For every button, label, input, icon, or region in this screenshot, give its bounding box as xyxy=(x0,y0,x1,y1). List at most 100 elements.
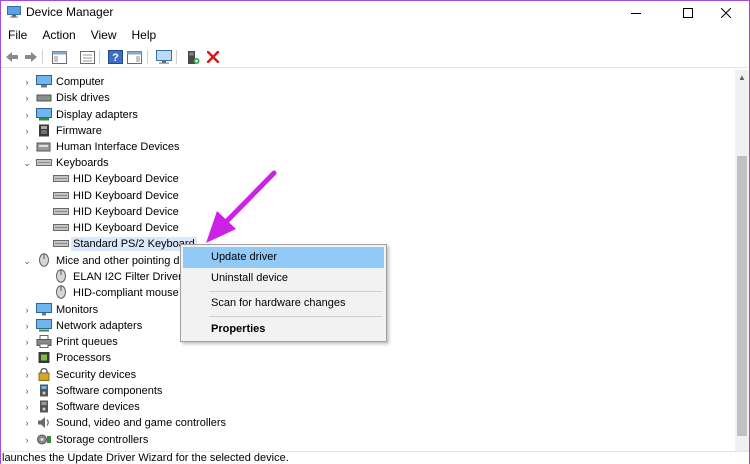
svg-text:?: ? xyxy=(112,52,119,64)
sound-icon xyxy=(36,416,52,429)
window-title: Device Manager xyxy=(26,5,114,19)
tree-label: Keyboards xyxy=(56,157,109,169)
toolbar-separator xyxy=(147,50,148,64)
tree-label: Disk drives xyxy=(56,92,110,104)
menu-file[interactable]: File xyxy=(1,26,35,45)
chevron-right-icon[interactable]: › xyxy=(22,93,32,103)
toolbar-separator xyxy=(42,50,43,64)
action-pane-icon[interactable] xyxy=(126,49,143,65)
context-uninstall-device[interactable]: Uninstall device xyxy=(183,268,384,289)
device-manager-window: Device Manager File Action View Help ? ›… xyxy=(0,0,750,464)
tree-device-hid-keyboard[interactable]: HID Keyboard Device xyxy=(1,171,735,187)
tree-label: HID Keyboard Device xyxy=(73,190,179,202)
properties-pane-icon[interactable] xyxy=(51,49,68,65)
keyboard-icon xyxy=(53,221,69,234)
device-manager-icon xyxy=(7,6,21,18)
software-component-icon xyxy=(36,384,52,397)
tree-node-computer[interactable]: › Computer xyxy=(1,74,735,90)
add-driver-icon[interactable] xyxy=(184,49,201,65)
keyboard-icon xyxy=(53,205,69,218)
chevron-right-icon[interactable]: › xyxy=(22,337,32,347)
mouse-icon xyxy=(53,285,69,299)
title-bar[interactable]: Device Manager xyxy=(1,1,749,25)
context-separator xyxy=(209,291,382,292)
context-separator xyxy=(209,316,382,317)
monitor-icon xyxy=(36,303,52,316)
tree-node-display-adapters[interactable]: › Display adapters xyxy=(1,107,735,123)
context-scan-hardware[interactable]: Scan for hardware changes xyxy=(183,293,384,314)
minimize-button[interactable] xyxy=(613,1,659,25)
chevron-right-icon[interactable]: › xyxy=(22,370,32,380)
tree-label-selected: Standard PS/2 Keyboard xyxy=(71,237,197,251)
tree-label: HID Keyboard Device xyxy=(73,206,179,218)
context-properties[interactable]: Properties xyxy=(183,319,384,340)
tree-label: Network adapters xyxy=(56,320,143,332)
uninstall-icon[interactable] xyxy=(204,49,221,65)
tree-label: HID Keyboard Device xyxy=(73,222,179,234)
chevron-right-icon[interactable]: › xyxy=(22,418,32,428)
chevron-right-icon[interactable]: › xyxy=(22,142,32,152)
vertical-scrollbar[interactable]: ▲ xyxy=(735,70,749,451)
chevron-down-icon[interactable]: ⌄ xyxy=(22,256,32,266)
context-update-driver[interactable]: Update driver xyxy=(183,247,384,268)
firmware-icon xyxy=(36,124,52,137)
chevron-right-icon[interactable]: › xyxy=(22,435,32,445)
chevron-right-icon[interactable]: › xyxy=(22,386,32,396)
display-adapter-icon xyxy=(36,108,52,121)
chevron-right-icon[interactable]: › xyxy=(22,305,32,315)
tree-label: Display adapters xyxy=(56,109,138,121)
tree-node-firmware[interactable]: › Firmware xyxy=(1,123,735,139)
help-icon[interactable]: ? xyxy=(107,49,124,65)
security-device-icon xyxy=(36,367,52,381)
tree-label: Storage controllers xyxy=(56,434,149,446)
tree-device-hid-keyboard[interactable]: HID Keyboard Device xyxy=(1,188,735,204)
tree-node-security-devices[interactable]: › Security devices xyxy=(1,367,735,383)
processor-icon xyxy=(36,351,52,364)
tree-label: Security devices xyxy=(56,369,137,381)
chevron-right-icon[interactable]: › xyxy=(22,353,32,363)
tree-node-sound-video-game[interactable]: › Sound, video and game controllers xyxy=(1,415,735,431)
tree-node-processors[interactable]: › Processors xyxy=(1,350,735,366)
tree-device-hid-keyboard[interactable]: HID Keyboard Device xyxy=(1,204,735,220)
tree-label: Mice and other pointing d xyxy=(56,255,180,267)
menu-view[interactable]: View xyxy=(84,26,125,45)
keyboard-icon xyxy=(53,172,69,185)
tree-label: Computer xyxy=(56,76,105,88)
keyboard-icon xyxy=(53,189,69,202)
tree-node-human-interface-devices[interactable]: › Human Interface Devices xyxy=(1,139,735,155)
chevron-right-icon[interactable]: › xyxy=(22,77,32,87)
chevron-right-icon[interactable]: › xyxy=(22,321,32,331)
keyboard-icon xyxy=(36,156,52,169)
context-menu: Update driver Uninstall device Scan for … xyxy=(180,244,387,342)
chevron-right-icon[interactable]: › xyxy=(22,110,32,120)
forward-icon[interactable] xyxy=(22,49,39,65)
tree-node-keyboards[interactable]: ⌄ Keyboards xyxy=(1,155,735,171)
chevron-right-icon[interactable]: › xyxy=(22,402,32,412)
chevron-down-icon[interactable]: ⌄ xyxy=(22,158,32,168)
scroll-up-icon[interactable]: ▲ xyxy=(735,70,749,84)
tree-device-hid-keyboard[interactable]: HID Keyboard Device xyxy=(1,220,735,236)
tree-label: HID Keyboard Device xyxy=(73,173,179,185)
software-device-icon xyxy=(36,400,52,413)
scroll-thumb[interactable] xyxy=(737,156,747,436)
tree-node-storage-controllers[interactable]: › Storage controllers xyxy=(1,432,735,448)
tree-label: Human Interface Devices xyxy=(56,141,180,153)
tree-node-disk-drives[interactable]: › Disk drives xyxy=(1,90,735,106)
tree-node-software-devices[interactable]: › Software devices xyxy=(1,399,735,415)
chevron-right-icon[interactable]: › xyxy=(22,126,32,136)
show-hide-icon[interactable] xyxy=(79,49,96,65)
tree-label: ELAN I2C Filter Driver xyxy=(73,271,182,283)
close-button[interactable] xyxy=(703,1,749,25)
menu-action[interactable]: Action xyxy=(35,26,83,45)
status-bar: launches the Update Driver Wizard for th… xyxy=(1,451,749,464)
monitor-icon[interactable] xyxy=(155,49,172,65)
back-icon[interactable] xyxy=(3,49,20,65)
hid-icon xyxy=(36,140,52,153)
network-adapter-icon xyxy=(36,319,52,332)
mouse-icon xyxy=(53,269,69,283)
toolbar: ? xyxy=(1,46,749,68)
menu-help[interactable]: Help xyxy=(125,26,165,45)
tree-label: Software devices xyxy=(56,401,140,413)
tree-node-software-components[interactable]: › Software components xyxy=(1,383,735,399)
menu-bar: File Action View Help xyxy=(1,26,749,45)
